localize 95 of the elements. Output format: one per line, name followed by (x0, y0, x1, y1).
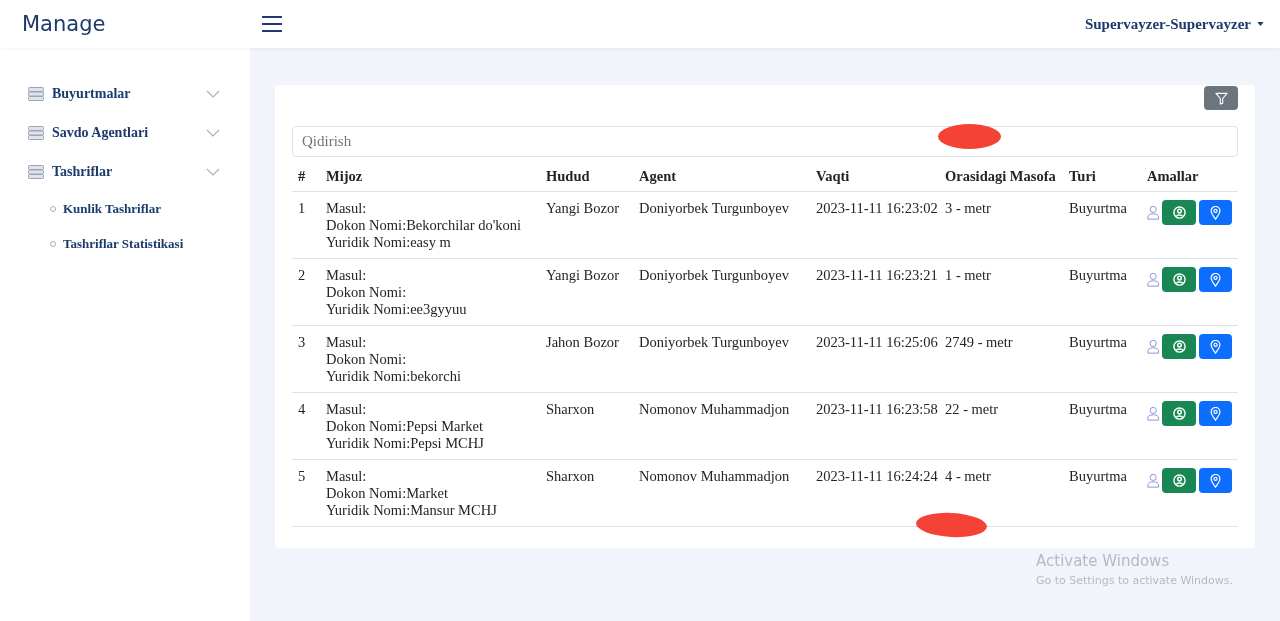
person-icon[interactable] (1147, 473, 1160, 488)
column-header: Vaqti (816, 168, 850, 184)
table-cell: 4 - metr (945, 468, 991, 484)
map-pin-icon (1209, 406, 1221, 421)
table-cell: Nomonov Muhammadjon (639, 401, 790, 417)
client-line: Yuridik Nomi:easy m (326, 234, 451, 250)
user-circle-icon (1172, 340, 1186, 353)
table-cell: Doniyorbek Turgunboyev (639, 334, 789, 350)
table-cell: Yangi Bozor (546, 267, 620, 283)
map-pin-icon (1209, 339, 1221, 354)
activation-title: Activate Windows (1036, 552, 1171, 570)
client-line: Masul: (326, 401, 367, 417)
table-cell: 2023-11-11 16:24:24 (816, 468, 938, 484)
client-line: Dokon Nomi:Pepsi Market (326, 418, 484, 434)
table-cell: 1 - metr (945, 267, 991, 283)
column-header: Orasidagi Masofa (945, 168, 1056, 184)
location-button[interactable] (1198, 267, 1232, 292)
person-icon[interactable] (1147, 272, 1160, 287)
client-line: Masul: (326, 468, 367, 484)
user-circle-icon (1172, 474, 1186, 487)
table-cell: Doniyorbek Turgunboyev (639, 267, 789, 283)
sidebar-item[interactable]: Buyurtmalar (52, 85, 198, 102)
table-cell: 2749 - metr (945, 334, 1013, 350)
list-icon (28, 86, 44, 101)
client-line: Yuridik Nomi:ee3gyyuu (326, 301, 467, 317)
user-circle-icon (1172, 206, 1186, 219)
location-button[interactable] (1198, 468, 1232, 493)
list-icon (28, 125, 44, 140)
table-cell: 2023-11-11 16:25:06 (816, 334, 938, 350)
profile-button[interactable] (1162, 401, 1196, 426)
brand-title: Manage (21, 12, 107, 36)
client-line: Yuridik Nomi:bekorchi (326, 368, 461, 384)
row-number: 3 (298, 334, 306, 350)
table-cell: 2023-11-11 16:23:21 (816, 267, 938, 283)
column-header: Agent (639, 168, 677, 184)
row-number: 5 (298, 468, 306, 484)
caret-icon[interactable] (1257, 22, 1264, 26)
column-header: Turi (1069, 168, 1096, 184)
column-header: Hudud (546, 168, 590, 184)
client-line: Dokon Nomi: (326, 351, 407, 367)
sidebar-subitem[interactable]: Kunlik Tashriflar (63, 200, 161, 217)
table-cell: Buyurtma (1069, 468, 1127, 484)
filter-icon (1214, 91, 1228, 105)
location-button[interactable] (1198, 401, 1232, 426)
table-cell: Buyurtma (1069, 267, 1127, 283)
table-cell: Sharxon (546, 401, 595, 417)
profile-button[interactable] (1162, 200, 1196, 225)
column-header: Mijoz (326, 168, 363, 184)
sidebar-item[interactable]: Tashriflar (52, 163, 198, 180)
person-icon[interactable] (1147, 205, 1160, 220)
client-line: Dokon Nomi:Market (326, 485, 449, 501)
table-cell: 3 - metr (945, 200, 991, 216)
client-line: Dokon Nomi: (326, 284, 407, 300)
filter-button[interactable] (1204, 86, 1238, 110)
client-line: Masul: (326, 334, 367, 350)
location-button[interactable] (1198, 200, 1232, 225)
table-cell: Jahon Bozor (546, 334, 619, 350)
user-circle-icon (1172, 273, 1186, 286)
menu-icon[interactable] (262, 16, 282, 32)
map-pin-icon (1209, 473, 1221, 488)
table-cell: 2023-11-11 16:23:58 (816, 401, 938, 417)
profile-button[interactable] (1162, 267, 1196, 292)
table-cell: Buyurtma (1069, 200, 1127, 216)
profile-button[interactable] (1162, 334, 1196, 359)
row-number: 2 (298, 267, 306, 283)
sidebar-item[interactable]: Savdo Agentlari (52, 124, 198, 141)
table-cell: Nomonov Muhammadjon (639, 468, 790, 484)
map-pin-icon (1209, 205, 1221, 220)
user-menu[interactable]: Supervayzer-Supervayzer (1084, 15, 1251, 33)
person-icon[interactable] (1147, 339, 1160, 354)
search-field[interactable]: Qidirish (292, 126, 1238, 157)
column-header: # (298, 168, 306, 184)
column-header: Amallar (1147, 168, 1199, 184)
client-line: Yuridik Nomi:Pepsi MCHJ (326, 435, 484, 451)
profile-button[interactable] (1162, 468, 1196, 493)
table-cell: Doniyorbek Turgunboyev (639, 200, 789, 216)
user-circle-icon (1172, 407, 1186, 420)
table-cell: Buyurtma (1069, 401, 1127, 417)
activation-text: Go to Settings to activate Windows. (1036, 574, 1234, 587)
table-cell: Yangi Bozor (546, 200, 620, 216)
table-cell: 22 - metr (945, 401, 999, 417)
location-button[interactable] (1198, 334, 1232, 359)
client-line: Dokon Nomi:Bekorchilar do'koni (326, 217, 522, 233)
map-pin-icon (1209, 272, 1221, 287)
sidebar-subitem[interactable]: Tashriflar Statistikasi (63, 235, 184, 252)
table-cell: Sharxon (546, 468, 595, 484)
table-cell: Buyurtma (1069, 334, 1127, 350)
person-icon[interactable] (1147, 406, 1160, 421)
list-icon (28, 164, 44, 179)
row-number: 1 (298, 200, 306, 216)
client-line: Masul: (326, 200, 367, 216)
client-line: Yuridik Nomi:Mansur MCHJ (326, 502, 497, 518)
client-line: Masul: (326, 267, 367, 283)
row-number: 4 (298, 401, 306, 417)
table-cell: 2023-11-11 16:23:02 (816, 200, 938, 216)
